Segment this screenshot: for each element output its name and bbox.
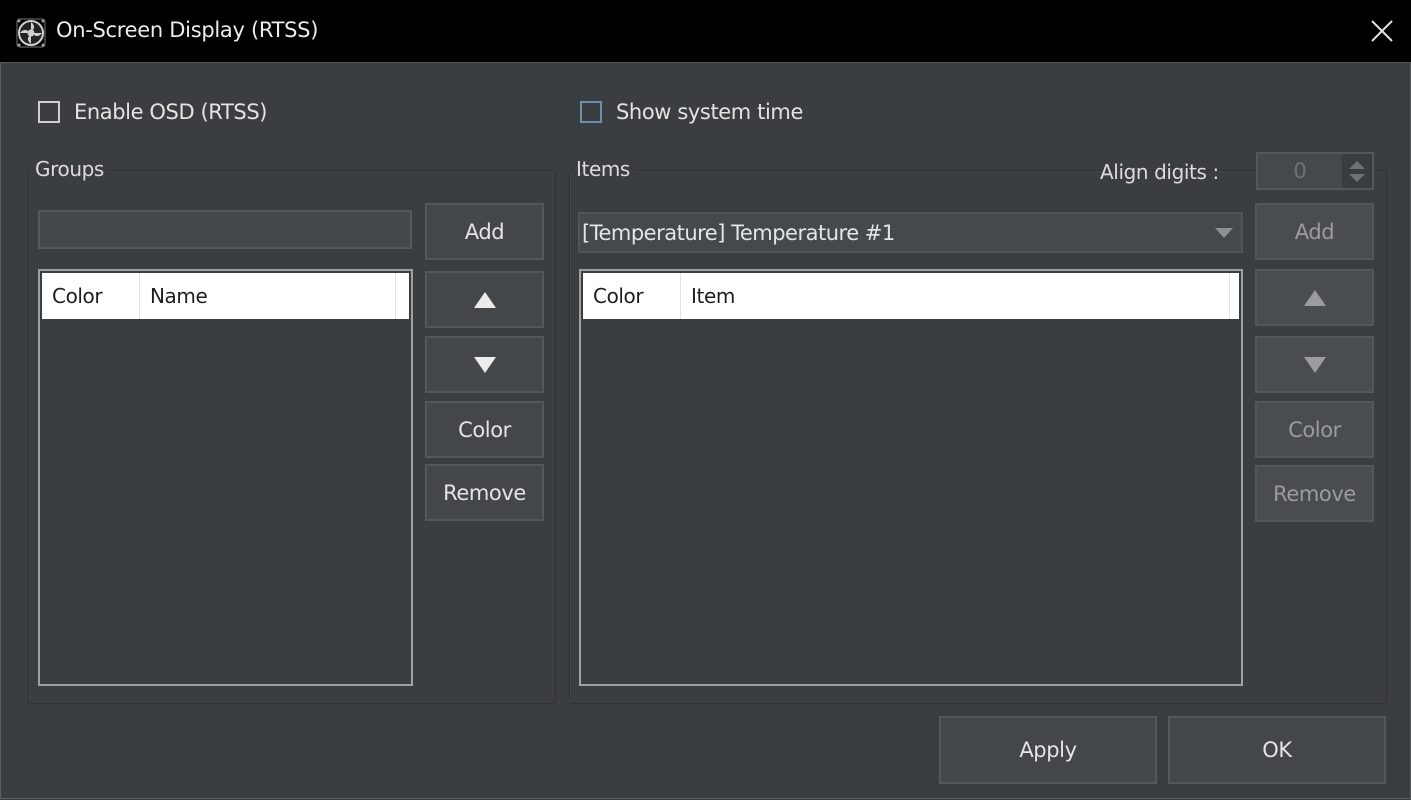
spin-up-icon[interactable]	[1349, 160, 1365, 169]
window-title: On-Screen Display (RTSS)	[56, 18, 319, 42]
groups-add-button[interactable]: Add	[425, 203, 544, 260]
item-select-dropdown[interactable]: [Temperature] Temperature #1	[578, 212, 1243, 253]
groups-color-button[interactable]: Color	[425, 401, 544, 458]
chevron-down-icon[interactable]	[1215, 227, 1233, 238]
items-add-button[interactable]: Add	[1255, 203, 1374, 260]
align-digits-value[interactable]: 0	[1258, 154, 1342, 188]
enable-osd-checkbox-box[interactable]	[38, 101, 60, 123]
groups-remove-button[interactable]: Remove	[425, 464, 544, 521]
items-column-item[interactable]: Item	[681, 273, 1230, 319]
items-move-up-button[interactable]	[1255, 269, 1374, 326]
show-system-time-label: Show system time	[616, 100, 803, 124]
items-title: Items	[574, 157, 634, 181]
align-digits-spin-buttons[interactable]	[1342, 154, 1372, 188]
show-system-time-checkbox[interactable]: Show system time	[580, 100, 803, 124]
align-digits-label: Align digits :	[1100, 160, 1219, 184]
down-arrow-icon	[1303, 356, 1326, 373]
down-arrow-icon	[473, 356, 496, 373]
items-column-color[interactable]: Color	[583, 273, 681, 319]
groups-move-down-button[interactable]	[425, 336, 544, 393]
spin-down-icon[interactable]	[1349, 173, 1365, 182]
enable-osd-checkbox[interactable]: Enable OSD (RTSS)	[38, 100, 267, 124]
up-arrow-icon	[1303, 289, 1326, 306]
groups-move-up-button[interactable]	[425, 271, 544, 328]
groups-column-name[interactable]: Name	[140, 273, 396, 319]
close-button[interactable]	[1365, 14, 1399, 48]
fan-icon	[16, 18, 46, 48]
up-arrow-icon	[473, 291, 496, 308]
item-select-value: [Temperature] Temperature #1	[582, 220, 895, 245]
groups-list-header: Color Name	[42, 273, 409, 319]
close-icon	[1371, 20, 1393, 42]
items-remove-button[interactable]: Remove	[1255, 465, 1374, 522]
items-move-down-button[interactable]	[1255, 336, 1374, 393]
items-color-button[interactable]: Color	[1255, 401, 1374, 458]
align-digits-spinner[interactable]: 0	[1256, 152, 1374, 190]
items-list[interactable]: Color Item	[579, 269, 1243, 686]
ok-button[interactable]: OK	[1168, 716, 1386, 784]
groups-title: Groups	[33, 157, 108, 181]
enable-osd-label: Enable OSD (RTSS)	[74, 100, 268, 124]
items-list-header: Color Item	[583, 273, 1239, 319]
group-name-input[interactable]	[38, 210, 412, 249]
groups-list[interactable]: Color Name	[38, 269, 413, 686]
title-bar: On-Screen Display (RTSS)	[0, 0, 1411, 63]
apply-button[interactable]: Apply	[939, 716, 1157, 784]
show-system-time-checkbox-box[interactable]	[580, 101, 602, 123]
groups-column-color[interactable]: Color	[42, 273, 140, 319]
